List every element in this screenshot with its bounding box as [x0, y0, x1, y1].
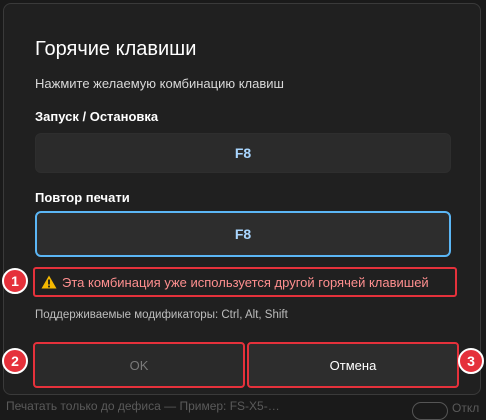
annotation-badge-1: 1 [2, 268, 28, 294]
background-toggle [412, 402, 448, 420]
background-toggle-label: Откл [452, 401, 480, 415]
warning-icon [41, 275, 57, 289]
annotation-badge-3: 3 [458, 348, 484, 374]
hotkeys-dialog: Горячие клавиши Нажмите желаемую комбина… [3, 3, 481, 395]
error-text: Эта комбинация уже используется другой г… [62, 274, 429, 290]
cancel-button[interactable]: Отмена [247, 342, 459, 388]
dialog-title: Горячие клавиши [35, 38, 197, 60]
dialog-subtitle: Нажмите желаемую комбинацию клавиш [35, 76, 284, 91]
start-stop-label: Запуск / Остановка [35, 109, 159, 124]
background-footer-text: Печатать только до дефиса — Пример: FS-X… [6, 399, 280, 413]
start-stop-hotkey-field[interactable]: F8 [35, 133, 451, 173]
annotation-badge-2: 2 [2, 348, 28, 374]
ok-button[interactable]: OK [33, 342, 245, 388]
repeat-print-hotkey-field[interactable]: F8 [35, 211, 451, 257]
repeat-print-label: Повтор печати [35, 190, 130, 205]
modifiers-hint: Поддерживаемые модификаторы: Ctrl, Alt, … [35, 309, 288, 321]
error-message: Эта комбинация уже используется другой г… [33, 267, 457, 297]
